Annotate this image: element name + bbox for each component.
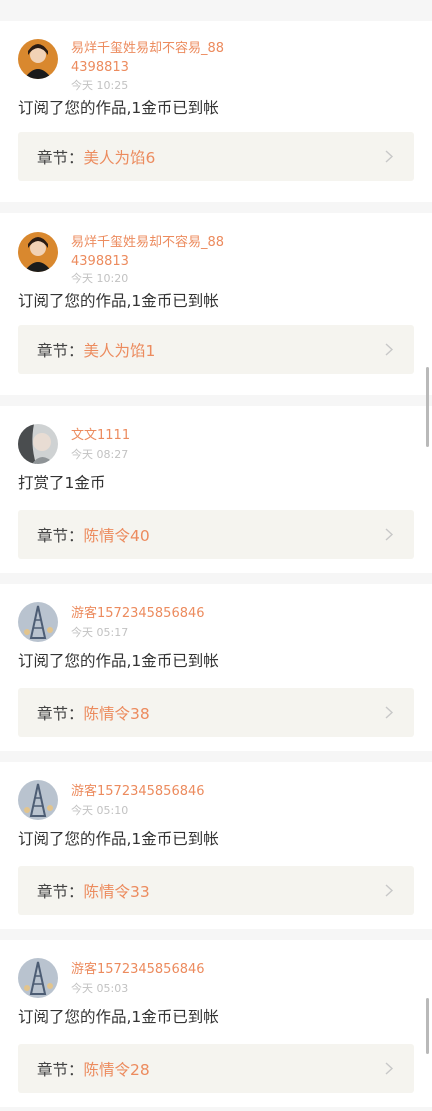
notification-item: 游客1572345856846 今天 05:17 订阅了您的作品,1金币已到帐 … <box>0 584 432 751</box>
item-gap <box>0 929 432 940</box>
chapter-link[interactable]: 章节： 陈情令33 <box>18 866 414 915</box>
chevron-right-icon <box>385 150 394 163</box>
timestamp: 今天 05:10 <box>71 804 129 817</box>
chapter-label: 章节： <box>37 341 84 360</box>
timestamp: 今天 08:27 <box>71 448 129 461</box>
chapter-title: 美人为馅6 <box>83 148 156 167</box>
chapter-title: 陈情令40 <box>83 526 150 545</box>
chevron-right-icon <box>385 343 394 356</box>
chevron-right-icon <box>385 1062 394 1075</box>
user-name[interactable]: 游客1572345856846 <box>71 782 231 801</box>
chapter-link[interactable]: 章节： 陈情令28 <box>18 1044 414 1093</box>
scrollbar-thumb[interactable] <box>426 367 429 447</box>
chapter-link[interactable]: 章节： 美人为馅1 <box>18 325 414 374</box>
notification-item: 易烊千玺姓易却不容易_884398813 今天 10:20 订阅了您的作品,1金… <box>0 213 432 395</box>
chapter-title: 陈情令28 <box>83 1060 150 1079</box>
item-gap <box>0 395 432 406</box>
chapter-label: 章节： <box>37 882 84 901</box>
user-avatar[interactable] <box>18 958 58 998</box>
chapter-label: 章节： <box>37 704 84 723</box>
chapter-label: 章节： <box>37 148 84 167</box>
chapter-link[interactable]: 章节： 陈情令40 <box>18 510 414 559</box>
item-gap <box>0 573 432 584</box>
chapter-title: 美人为馅1 <box>83 341 156 360</box>
timestamp: 今天 05:17 <box>71 626 129 639</box>
user-avatar[interactable] <box>18 39 58 79</box>
user-name[interactable]: 游客1572345856846 <box>71 960 231 979</box>
chapter-title: 陈情令33 <box>83 882 150 901</box>
chevron-right-icon <box>385 706 394 719</box>
notification-item: 易烊千玺姓易却不容易_884398813 今天 10:25 订阅了您的作品,1金… <box>0 21 432 202</box>
chapter-label: 章节： <box>37 1060 84 1079</box>
notification-message: 订阅了您的作品,1金币已到帐 <box>18 99 219 117</box>
user-avatar[interactable] <box>18 232 58 272</box>
timestamp: 今天 10:20 <box>71 272 129 285</box>
user-avatar[interactable] <box>18 424 58 464</box>
chevron-right-icon <box>385 884 394 897</box>
notification-message: 订阅了您的作品,1金币已到帐 <box>18 652 219 670</box>
notification-message: 订阅了您的作品,1金币已到帐 <box>18 830 219 848</box>
item-gap <box>0 751 432 762</box>
user-name[interactable]: 易烊千玺姓易却不容易_884398813 <box>71 233 231 271</box>
notification-message: 订阅了您的作品,1金币已到帐 <box>18 1008 219 1026</box>
user-name[interactable]: 文文1111 <box>71 426 231 445</box>
chevron-right-icon <box>385 528 394 541</box>
notification-feed: 易烊千玺姓易却不容易_884398813 今天 10:25 订阅了您的作品,1金… <box>0 0 432 1107</box>
notification-item: 游客1572345856846 今天 05:03 订阅了您的作品,1金币已到帐 … <box>0 940 432 1107</box>
item-gap <box>0 202 432 213</box>
scrollbar-thumb[interactable] <box>426 998 429 1054</box>
user-name[interactable]: 易烊千玺姓易却不容易_884398813 <box>71 39 231 77</box>
chapter-label: 章节： <box>37 526 84 545</box>
chapter-title: 陈情令38 <box>83 704 150 723</box>
user-name[interactable]: 游客1572345856846 <box>71 604 231 623</box>
notification-message: 订阅了您的作品,1金币已到帐 <box>18 292 219 310</box>
notification-item: 文文1111 今天 08:27 打赏了1金币 章节： 陈情令40 <box>0 406 432 573</box>
timestamp: 今天 10:25 <box>71 79 129 92</box>
notification-message: 打赏了1金币 <box>18 474 106 492</box>
user-avatar[interactable] <box>18 780 58 820</box>
notification-item: 游客1572345856846 今天 05:10 订阅了您的作品,1金币已到帐 … <box>0 762 432 929</box>
top-gap <box>0 0 432 21</box>
chapter-link[interactable]: 章节： 美人为馅6 <box>18 132 414 181</box>
user-avatar[interactable] <box>18 602 58 642</box>
chapter-link[interactable]: 章节： 陈情令38 <box>18 688 414 737</box>
timestamp: 今天 05:03 <box>71 982 129 995</box>
